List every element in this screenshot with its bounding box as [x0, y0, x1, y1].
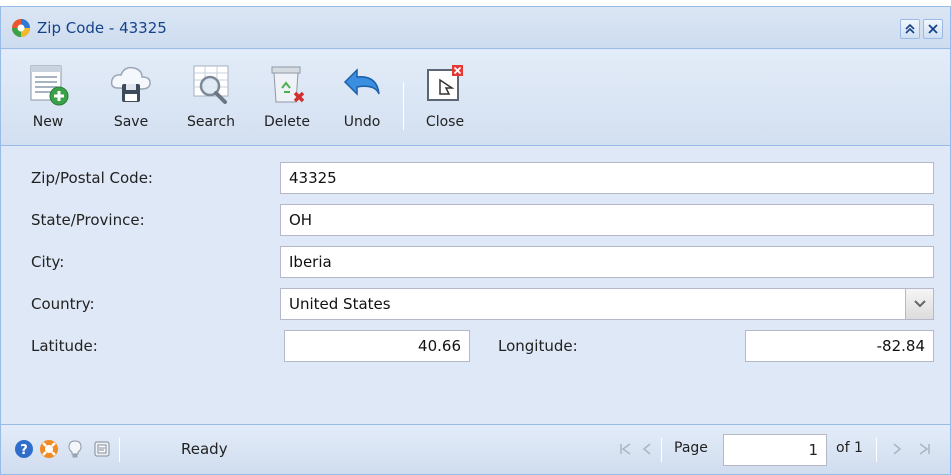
- zip-code-input[interactable]: 43325: [280, 162, 934, 194]
- undo-label: Undo: [343, 114, 381, 130]
- delete-label: Delete: [264, 114, 310, 130]
- new-record-icon: [30, 65, 69, 106]
- cloud-save-icon: [110, 66, 151, 102]
- city-label: City:: [31, 253, 65, 271]
- country-label: Country:: [31, 295, 95, 313]
- country-dropdown-trigger[interactable]: [905, 289, 933, 319]
- country-combo[interactable]: United States: [280, 288, 934, 320]
- undo-button[interactable]: Undo: [334, 56, 390, 142]
- status-bar: ? Ready Page 1 of 1: [1, 424, 950, 474]
- close-label: Close: [425, 114, 465, 130]
- undo-arrow-icon: [343, 68, 380, 96]
- country-value: United States: [289, 295, 391, 313]
- next-page-icon[interactable]: [887, 439, 907, 459]
- search-grid-icon: [193, 65, 229, 104]
- longitude-input[interactable]: -82.84: [745, 330, 934, 362]
- lightbulb-icon[interactable]: [65, 439, 85, 459]
- chevron-down-icon: [914, 300, 926, 308]
- collapse-button[interactable]: [900, 19, 920, 39]
- save-label: Save: [113, 114, 149, 130]
- state-input[interactable]: OH: [280, 204, 934, 236]
- previous-page-icon[interactable]: [637, 439, 657, 459]
- page-count: of 1: [836, 440, 863, 456]
- latitude-input[interactable]: 40.66: [284, 330, 470, 362]
- page-number-input[interactable]: 1: [723, 434, 827, 466]
- first-page-icon[interactable]: [615, 439, 635, 459]
- pager-separator-left: [661, 438, 662, 462]
- toolbar-separator: [403, 82, 404, 130]
- latitude-label: Latitude:: [31, 337, 98, 355]
- title-bar[interactable]: Zip Code - 43325: [1, 7, 950, 49]
- close-button[interactable]: Close: [418, 56, 472, 142]
- notes-icon[interactable]: [92, 439, 112, 459]
- status-separator: [119, 438, 120, 462]
- pager-separator-right: [876, 438, 877, 462]
- window-title: Zip Code - 43325: [37, 19, 167, 37]
- longitude-label: Longitude:: [498, 337, 578, 355]
- support-lifebuoy-icon[interactable]: [39, 439, 59, 459]
- delete-bin-icon: [271, 66, 305, 103]
- help-icon[interactable]: ?: [14, 439, 34, 459]
- toolbar: New Save Search Delete Undo Close: [1, 50, 950, 146]
- delete-button[interactable]: Delete: [257, 56, 317, 142]
- app-logo-icon: [12, 19, 30, 37]
- svg-text:?: ?: [20, 443, 28, 458]
- state-label: State/Province:: [31, 211, 145, 229]
- zip-code-window: Zip Code - 43325 New Save Search Delete …: [0, 6, 951, 475]
- search-button[interactable]: Search: [181, 56, 241, 142]
- zip-code-label: Zip/Postal Code:: [31, 169, 153, 187]
- page-label: Page: [674, 440, 708, 456]
- double-chevron-up-icon: [905, 23, 915, 34]
- new-button[interactable]: New: [23, 56, 73, 142]
- close-window-icon: [427, 65, 463, 101]
- close-window-button[interactable]: [923, 19, 943, 39]
- close-icon: [928, 24, 938, 34]
- city-input[interactable]: Iberia: [280, 246, 934, 278]
- new-label: New: [32, 114, 64, 130]
- search-label: Search: [186, 114, 236, 130]
- last-page-icon[interactable]: [915, 439, 935, 459]
- zip-code-form: Zip/Postal Code: 43325 State/Province: O…: [1, 147, 950, 424]
- save-button[interactable]: Save: [106, 56, 156, 142]
- status-text: Ready: [181, 440, 228, 458]
